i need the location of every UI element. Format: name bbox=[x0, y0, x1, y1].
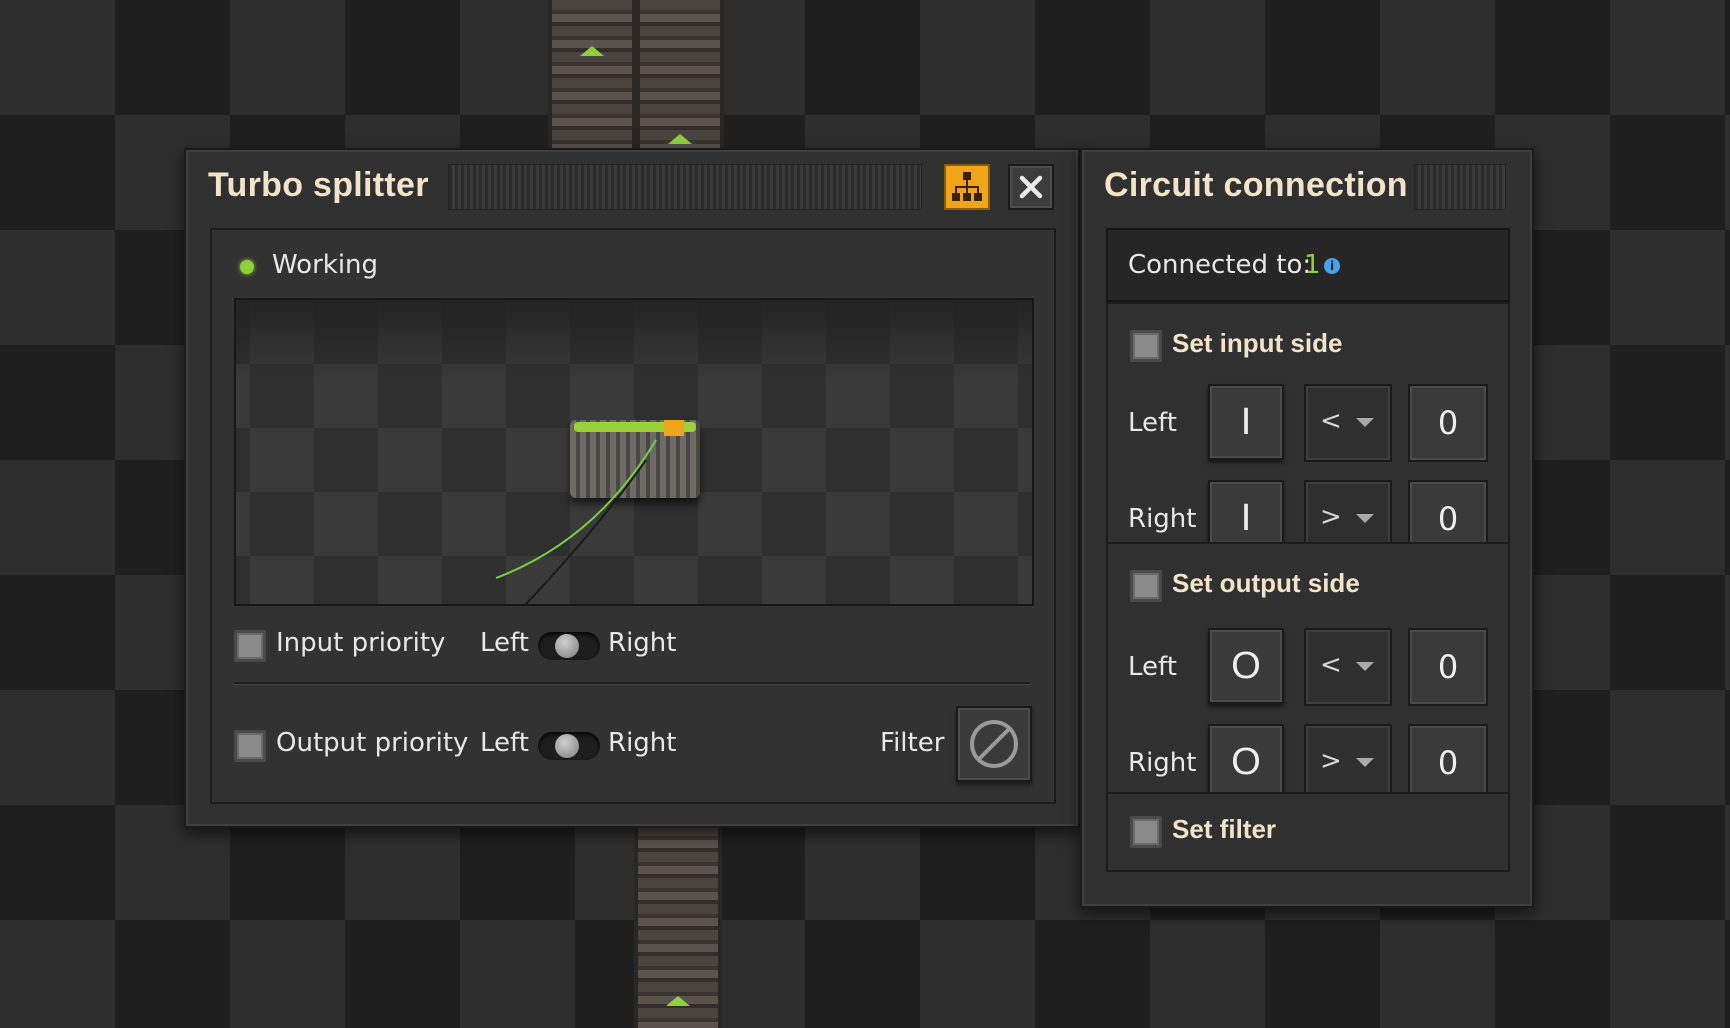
transport-belt-bottom bbox=[634, 826, 722, 1028]
set-input-side-checkbox[interactable] bbox=[1130, 330, 1162, 362]
output-priority-label: Output priority bbox=[276, 728, 469, 758]
circuit-connection-window: Circuit connection Connected to: 1 i Set… bbox=[1080, 148, 1534, 908]
input-side-section: Set input side Left I < 0 Right I > 0 bbox=[1106, 302, 1510, 558]
set-output-side-checkbox[interactable] bbox=[1130, 570, 1162, 602]
output-priority-right-label: Right bbox=[608, 728, 677, 758]
filter-label: Filter bbox=[880, 728, 945, 758]
belt-arrow-icon bbox=[580, 46, 604, 56]
output-priority-switch[interactable] bbox=[538, 732, 600, 760]
close-icon bbox=[1019, 175, 1043, 199]
switch-knob bbox=[555, 634, 579, 658]
input-priority-checkbox[interactable] bbox=[234, 630, 266, 662]
chevron-down-icon bbox=[1356, 418, 1374, 427]
signal-o-icon: O bbox=[1231, 644, 1261, 687]
input-priority-switch[interactable] bbox=[538, 632, 600, 660]
output-left-constant[interactable]: 0 bbox=[1408, 628, 1488, 706]
input-left-constant[interactable]: 0 bbox=[1408, 384, 1488, 462]
belt-arrow-icon bbox=[666, 996, 690, 1006]
output-priority-left-label: Left bbox=[480, 728, 529, 758]
comparator-value: < bbox=[1320, 406, 1342, 436]
input-priority-left-label: Left bbox=[480, 628, 529, 658]
circuit-network-icon bbox=[952, 172, 982, 201]
output-left-comparator-dropdown[interactable]: < bbox=[1304, 628, 1392, 706]
window-drag-handle[interactable] bbox=[1414, 164, 1506, 210]
circuit-title: Circuit connection bbox=[1104, 166, 1408, 204]
transport-belt-top-left bbox=[548, 0, 636, 150]
comparator-value: < bbox=[1320, 650, 1342, 680]
output-right-signal-slot[interactable]: O bbox=[1208, 724, 1284, 800]
connected-label: Connected to: bbox=[1128, 250, 1312, 280]
chevron-down-icon bbox=[1356, 514, 1374, 523]
splitter-title: Turbo splitter bbox=[208, 166, 429, 204]
info-icon[interactable]: i bbox=[1324, 258, 1340, 274]
filter-slot[interactable] bbox=[956, 706, 1032, 782]
connected-count: 1 bbox=[1304, 250, 1321, 280]
output-side-section: Set output side Left O < 0 Right O > 0 bbox=[1106, 542, 1510, 802]
circuit-network-button[interactable] bbox=[944, 164, 990, 210]
splitter-window: Turbo splitter Working Input priority Le… bbox=[184, 148, 1080, 828]
belt-arrow-icon bbox=[668, 134, 692, 144]
input-left-comparator-dropdown[interactable]: < bbox=[1304, 384, 1392, 462]
input-priority-right-label: Right bbox=[608, 628, 677, 658]
comparator-value: > bbox=[1320, 746, 1342, 776]
section-divider bbox=[234, 682, 1030, 685]
no-filter-icon bbox=[970, 720, 1018, 768]
set-output-side-label: Set output side bbox=[1172, 568, 1360, 598]
chevron-down-icon bbox=[1356, 662, 1374, 671]
set-filter-checkbox[interactable] bbox=[1130, 816, 1162, 848]
signal-i-icon: I bbox=[1240, 400, 1252, 443]
set-filter-section: Set filter bbox=[1106, 792, 1510, 872]
input-right-label: Right bbox=[1128, 504, 1197, 534]
transport-belt-top-right bbox=[636, 0, 724, 150]
output-right-constant[interactable]: 0 bbox=[1408, 724, 1488, 802]
window-drag-handle[interactable] bbox=[448, 164, 922, 210]
connected-bar: Connected to: 1 i bbox=[1106, 228, 1510, 302]
status-indicator-icon bbox=[240, 260, 254, 274]
switch-knob bbox=[555, 734, 579, 758]
status-text: Working bbox=[272, 250, 379, 280]
output-right-label: Right bbox=[1128, 748, 1197, 778]
signal-o-icon: O bbox=[1231, 740, 1261, 783]
input-priority-label: Input priority bbox=[276, 628, 446, 658]
splitter-content: Working Input priority Left Right Output… bbox=[210, 228, 1056, 804]
circuit-wire bbox=[495, 439, 657, 604]
close-button[interactable] bbox=[1008, 164, 1054, 210]
set-input-side-label: Set input side bbox=[1172, 328, 1343, 358]
comparator-value: > bbox=[1320, 502, 1342, 532]
input-left-label: Left bbox=[1128, 408, 1177, 438]
output-priority-checkbox[interactable] bbox=[234, 730, 266, 762]
set-filter-label: Set filter bbox=[1172, 814, 1277, 844]
entity-preview bbox=[234, 298, 1034, 606]
output-right-comparator-dropdown[interactable]: > bbox=[1304, 724, 1392, 802]
chevron-down-icon bbox=[1356, 758, 1374, 767]
signal-i-icon: I bbox=[1240, 496, 1252, 539]
output-left-label: Left bbox=[1128, 652, 1177, 682]
output-left-signal-slot[interactable]: O bbox=[1208, 628, 1284, 704]
input-left-signal-slot[interactable]: I bbox=[1208, 384, 1284, 460]
